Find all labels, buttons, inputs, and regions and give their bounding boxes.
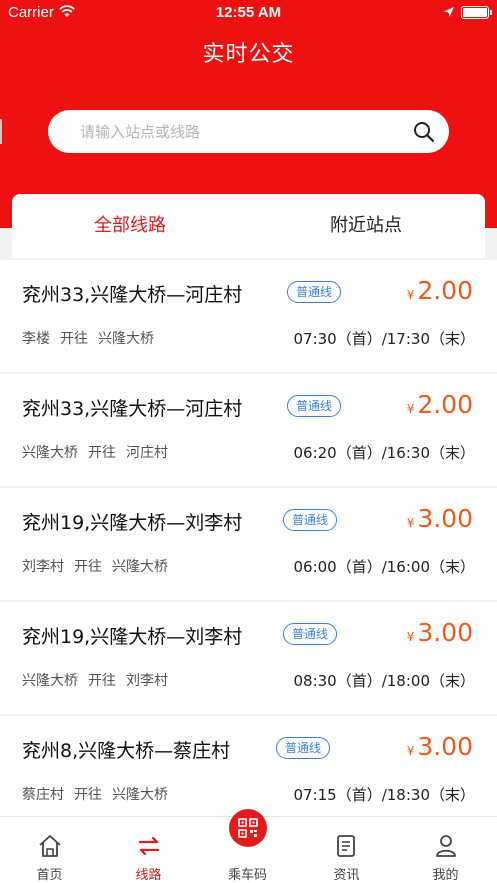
direction-label: 开往 (88, 673, 116, 689)
bottom-tab-bar: 首页 线路 乘车码 资讯 我的 (0, 809, 497, 883)
to-stop: 刘李村 (126, 673, 168, 689)
route-name: 兖州33,兴隆大桥—河庄村 (22, 398, 243, 420)
service-times: 07:15（首）/18:30（末） (293, 786, 475, 804)
route-type-badge: 普通线 (276, 737, 331, 759)
to-stop: 河庄村 (126, 445, 168, 461)
tabbar-label-home: 首页 (36, 868, 63, 883)
tabbar-label-lines: 线路 (135, 868, 162, 883)
route-name: 兖州33,兴隆大桥—河庄村 (22, 284, 243, 306)
search-icon[interactable] (413, 121, 435, 143)
service-times: 06:20（首）/16:30（末） (293, 444, 475, 462)
qr-code-button[interactable] (228, 809, 267, 847)
tabbar-label-ride-code: 乘车码 (227, 868, 267, 883)
price-value: 2.00 (417, 276, 473, 305)
route-list: 兖州33,兴隆大桥—河庄村 普通线 ¥2.00 李楼 开往 兴隆大桥 07:30（首… (0, 260, 497, 816)
direction-label: 开往 (74, 559, 102, 575)
route-name: 兖州8,兴隆大桥—蔡庄村 (22, 740, 231, 762)
route-direction: 蔡庄村 开往 兴隆大桥 (22, 784, 178, 804)
route-name: 兖州19,兴隆大桥—刘李村 (22, 626, 243, 648)
route-price: ¥3.00 (407, 618, 473, 647)
route-direction: 李楼 开往 兴隆大桥 (22, 328, 164, 348)
tabbar-item-mine[interactable]: 我的 (396, 817, 495, 883)
route-type-badge: 普通线 (287, 281, 342, 303)
currency-symbol: ¥ (406, 516, 415, 530)
home-icon (38, 835, 61, 857)
tab-nearby-stations[interactable]: 附近站点 (248, 194, 484, 258)
price-value: 2.00 (417, 390, 473, 419)
route-name: 兖州19,兴隆大桥—刘李村 (22, 512, 243, 534)
route-price: ¥2.00 (407, 276, 473, 305)
tabbar-item-home[interactable]: 首页 (0, 817, 99, 883)
battery-icon (461, 6, 492, 19)
tabbar-item-lines[interactable]: 线路 (99, 817, 198, 883)
search-input[interactable]: 请输入站点或线路 (80, 121, 200, 142)
route-price: ¥3.00 (407, 732, 473, 761)
service-times: 06:00（首）/16:00（末） (293, 558, 475, 576)
segment-tabs: 全部线路 附近站点 (12, 194, 485, 258)
route-type-badge: 普通线 (283, 509, 338, 531)
location-arrow-icon (444, 7, 454, 17)
page-title: 实时公交 (202, 42, 295, 67)
tabbar-item-ride-code[interactable]: 乘车码 (198, 809, 297, 883)
route-type-badge: 普通线 (283, 623, 338, 645)
list-item[interactable]: 兖州19,兴隆大桥—刘李村 普通线 ¥3.00 兴隆大桥 开往 刘李村 08:30（… (0, 602, 497, 714)
list-item[interactable]: 兖州8,兴隆大桥—蔡庄村 普通线 ¥3.00 蔡庄村 开往 兴隆大桥 07:15（首… (0, 716, 497, 816)
list-item[interactable]: 兖州33,兴隆大桥—河庄村 普通线 ¥2.00 兴隆大桥 开往 河庄村 06:20（… (0, 374, 497, 486)
tabbar-item-news[interactable]: 资讯 (297, 817, 396, 883)
route-direction: 兴隆大桥 开往 河庄村 (22, 442, 178, 462)
from-stop: 李楼 (22, 331, 50, 347)
price-value: 3.00 (417, 618, 473, 647)
search-bar[interactable]: 请输入站点或线路 (0, 110, 449, 153)
document-icon (336, 835, 355, 857)
service-times: 07:30（首）/17:30（末） (293, 330, 475, 348)
currency-symbol: ¥ (406, 288, 415, 302)
route-direction: 刘李村 开往 兴隆大桥 (22, 556, 178, 576)
from-stop: 蔡庄村 (22, 787, 64, 803)
service-times: 08:30（首）/18:00（末） (293, 672, 475, 690)
direction-label: 开往 (74, 787, 102, 803)
clock: 12:55 AM (215, 4, 282, 21)
to-stop: 兴隆大桥 (112, 559, 168, 575)
route-direction: 兴隆大桥 开往 刘李村 (22, 670, 178, 690)
route-type-badge: 普通线 (287, 395, 342, 417)
list-item[interactable]: 兖州33,兴隆大桥—河庄村 普通线 ¥2.00 李楼 开往 兴隆大桥 07:30（首… (0, 260, 497, 372)
to-stop: 兴隆大桥 (112, 787, 168, 803)
tab-all-lines[interactable]: 全部线路 (12, 194, 248, 258)
user-icon (435, 835, 456, 857)
qr-code-icon (237, 818, 258, 838)
from-stop: 兴隆大桥 (22, 445, 78, 461)
price-value: 3.00 (417, 504, 473, 533)
tabbar-label-news: 资讯 (333, 868, 360, 883)
currency-symbol: ¥ (406, 402, 415, 416)
search-divider (0, 119, 2, 144)
from-stop: 刘李村 (22, 559, 64, 575)
status-bar: Carrier 12:55 AM (0, 0, 497, 26)
tabbar-label-mine: 我的 (432, 868, 459, 883)
route-price: ¥2.00 (407, 390, 473, 419)
from-stop: 兴隆大桥 (22, 673, 78, 689)
currency-symbol: ¥ (406, 630, 415, 644)
to-stop: 兴隆大桥 (98, 331, 154, 347)
swap-arrows-icon (138, 836, 159, 856)
price-value: 3.00 (417, 732, 473, 761)
currency-symbol: ¥ (406, 744, 415, 758)
direction-label: 开往 (60, 331, 88, 347)
direction-label: 开往 (88, 445, 116, 461)
list-item[interactable]: 兖州19,兴隆大桥—刘李村 普通线 ¥3.00 刘李村 开往 兴隆大桥 06:00（… (0, 488, 497, 600)
route-price: ¥3.00 (407, 504, 473, 533)
